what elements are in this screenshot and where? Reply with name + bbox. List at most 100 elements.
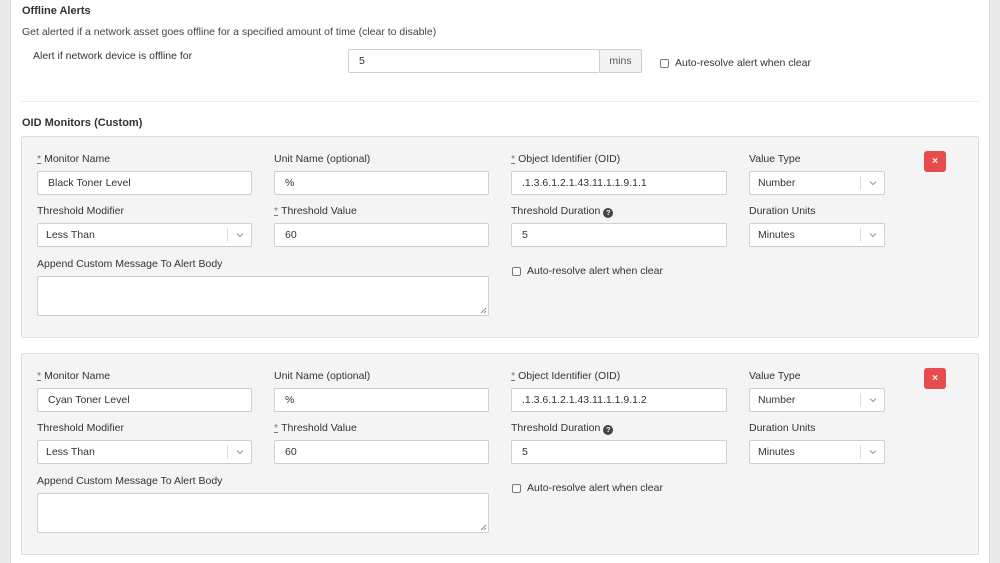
select-separator: [860, 228, 861, 242]
threshold-value-label: * Threshold Value: [274, 422, 357, 434]
duration-units-label: Duration Units: [749, 205, 816, 217]
oid-monitors-title: OID Monitors (Custom): [22, 117, 143, 129]
required-marker: *: [274, 205, 279, 217]
custom-message-label: Append Custom Message To Alert Body: [37, 258, 223, 270]
threshold-value-input[interactable]: 60: [274, 223, 489, 247]
settings-page: Offline Alerts Get alerted if a network …: [10, 0, 990, 563]
threshold-modifier-select[interactable]: Less Than: [37, 223, 252, 247]
auto-resolve-checkbox[interactable]: [512, 267, 521, 276]
duration-units-value: Minutes: [758, 229, 795, 241]
oid-input[interactable]: .1.3.6.1.2.1.43.11.1.1.9.1.1: [511, 171, 727, 195]
oid-label: * Object Identifier (OID): [511, 370, 620, 382]
oid-value: .1.3.6.1.2.1.43.11.1.1.9.1.1: [522, 177, 647, 189]
chevron-down-icon: [869, 450, 877, 455]
unit-name-value: %: [285, 177, 295, 189]
threshold-modifier-value: Less Than: [46, 446, 95, 458]
threshold-duration-input[interactable]: 5: [511, 440, 727, 464]
offline-auto-resolve-checkbox[interactable]: [660, 59, 669, 68]
unit-name-label: Unit Name (optional): [274, 370, 371, 382]
threshold-duration-value: 5: [522, 229, 528, 241]
duration-units-label: Duration Units: [749, 422, 816, 434]
threshold-duration-label: Threshold Duration?: [511, 205, 614, 218]
offline-alerts-description: Get alerted if a network asset goes offl…: [22, 26, 437, 38]
threshold-value-label: * Threshold Value: [274, 205, 357, 217]
required-marker: *: [511, 370, 516, 382]
unit-name-label: Unit Name (optional): [274, 153, 371, 165]
select-separator: [860, 393, 861, 407]
monitor-name-input[interactable]: Cyan Toner Level: [37, 388, 252, 412]
custom-message-label: Append Custom Message To Alert Body: [37, 475, 223, 487]
chevron-down-icon: [869, 398, 877, 403]
required-marker: *: [37, 370, 42, 382]
threshold-duration-value: 5: [522, 446, 528, 458]
threshold-modifier-value: Less Than: [46, 229, 95, 241]
monitor-name-label-text: Monitor Name: [44, 370, 111, 382]
value-type-value: Number: [758, 394, 796, 406]
threshold-modifier-select[interactable]: Less Than: [37, 440, 252, 464]
chevron-down-icon: [869, 233, 877, 238]
monitor-name-label-text: Monitor Name: [44, 153, 111, 165]
chevron-down-icon: [236, 233, 244, 238]
offline-duration-unit: mins: [600, 49, 642, 73]
value-type-select[interactable]: Number: [749, 171, 885, 195]
required-marker: *: [511, 153, 516, 165]
delete-monitor-button[interactable]: ×: [924, 368, 946, 389]
help-icon[interactable]: ?: [603, 425, 614, 435]
required-marker: *: [274, 422, 279, 434]
monitor-name-input[interactable]: Black Toner Level: [37, 171, 252, 195]
threshold-value-input[interactable]: 60: [274, 440, 489, 464]
threshold-value-value: 60: [285, 229, 297, 241]
select-separator: [860, 176, 861, 190]
oid-input[interactable]: .1.3.6.1.2.1.43.11.1.1.9.1.2: [511, 388, 727, 412]
value-type-select[interactable]: Number: [749, 388, 885, 412]
close-icon: ×: [932, 373, 938, 384]
section-divider: [21, 101, 979, 102]
offline-duration-input[interactable]: 5: [348, 49, 600, 73]
threshold-modifier-label: Threshold Modifier: [37, 422, 124, 434]
delete-monitor-button[interactable]: ×: [924, 151, 946, 172]
threshold-value-value: 60: [285, 446, 297, 458]
offline-duration-label: Alert if network device is offline for: [33, 50, 193, 62]
resize-handle-icon[interactable]: [480, 524, 487, 531]
resize-handle-icon[interactable]: [480, 307, 487, 314]
monitor-name-label: * Monitor Name: [37, 370, 110, 382]
unit-name-value: %: [285, 394, 295, 406]
value-type-value: Number: [758, 177, 796, 189]
select-separator: [227, 228, 228, 242]
threshold-duration-label: Threshold Duration?: [511, 422, 614, 435]
unit-name-input[interactable]: %: [274, 388, 489, 412]
custom-message-textarea[interactable]: [37, 493, 489, 533]
auto-resolve-label: Auto-resolve alert when clear: [527, 265, 663, 277]
value-type-label: Value Type: [749, 153, 801, 165]
value-type-label: Value Type: [749, 370, 801, 382]
threshold-modifier-label: Threshold Modifier: [37, 205, 124, 217]
duration-units-select[interactable]: Minutes: [749, 223, 885, 247]
close-icon: ×: [932, 156, 938, 167]
chevron-down-icon: [869, 181, 877, 186]
oid-label-text: Object Identifier (OID): [518, 370, 621, 382]
oid-label-text: Object Identifier (OID): [518, 153, 621, 165]
monitor-name-label: * Monitor Name: [37, 153, 110, 165]
custom-message-textarea[interactable]: [37, 276, 489, 316]
unit-name-input[interactable]: %: [274, 171, 489, 195]
duration-units-value: Minutes: [758, 446, 795, 458]
chevron-down-icon: [236, 450, 244, 455]
threshold-duration-label-text: Threshold Duration: [511, 422, 601, 434]
oid-monitor-panel: * Monitor Name Unit Name (optional) * Obje…: [21, 353, 979, 555]
threshold-value-label-text: Threshold Value: [281, 205, 357, 217]
help-icon[interactable]: ?: [603, 208, 614, 218]
offline-auto-resolve-label: Auto-resolve alert when clear: [675, 57, 811, 69]
oid-monitor-panel: * Monitor Name Unit Name (optional) * Obje…: [21, 136, 979, 338]
offline-alerts-title: Offline Alerts: [22, 5, 91, 17]
auto-resolve-checkbox[interactable]: [512, 484, 521, 493]
required-marker: *: [37, 153, 42, 165]
monitor-name-value: Black Toner Level: [48, 177, 131, 189]
threshold-value-label-text: Threshold Value: [281, 422, 357, 434]
offline-duration-value: 5: [359, 55, 365, 67]
duration-units-select[interactable]: Minutes: [749, 440, 885, 464]
monitor-name-value: Cyan Toner Level: [48, 394, 130, 406]
auto-resolve-label: Auto-resolve alert when clear: [527, 482, 663, 494]
threshold-duration-input[interactable]: 5: [511, 223, 727, 247]
select-separator: [860, 445, 861, 459]
oid-value: .1.3.6.1.2.1.43.11.1.1.9.1.2: [522, 394, 647, 406]
